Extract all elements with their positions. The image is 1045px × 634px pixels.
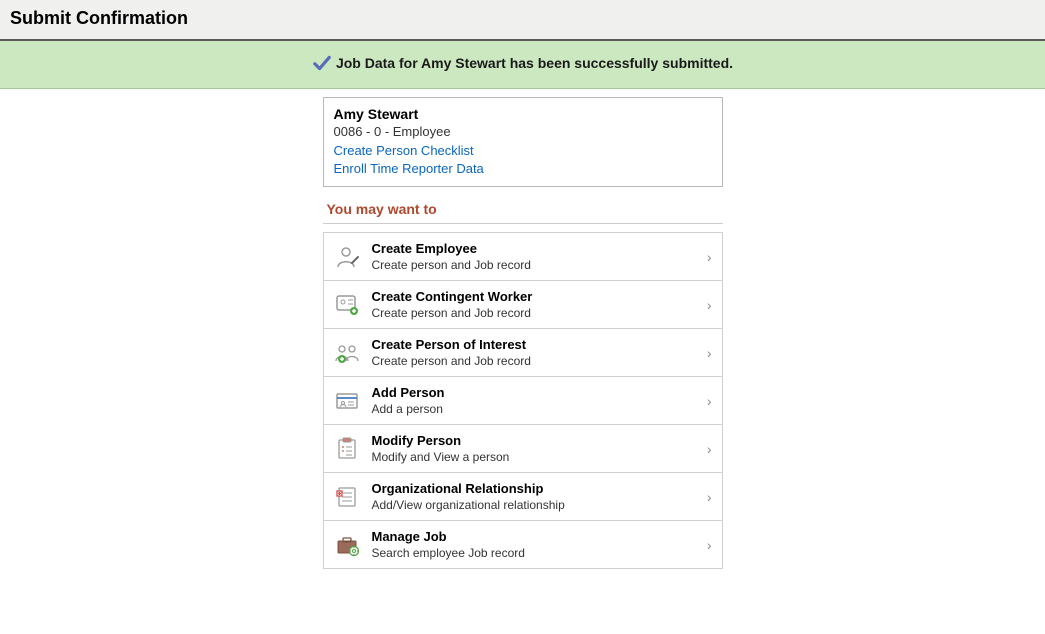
org-relationship-icon — [334, 485, 362, 509]
page-title: Submit Confirmation — [10, 8, 188, 28]
person-subline: 0086 - 0 - Employee — [334, 124, 712, 139]
modify-person-icon — [334, 437, 362, 461]
success-message: Job Data for Amy Stewart has been succes… — [336, 55, 733, 71]
action-desc: Modify and View a person — [372, 450, 701, 464]
action-desc: Add a person — [372, 402, 701, 416]
person-add-icon — [334, 245, 362, 269]
action-desc: Create person and Job record — [372, 258, 701, 272]
action-title: Organizational Relationship — [372, 481, 701, 496]
page-header: Submit Confirmation — [0, 0, 1045, 41]
chevron-right-icon: › — [707, 441, 712, 457]
link-enroll-time-reporter[interactable]: Enroll Time Reporter Data — [334, 161, 712, 176]
chevron-right-icon: › — [707, 537, 712, 553]
link-create-person-checklist[interactable]: Create Person Checklist — [334, 143, 712, 158]
add-person-card-icon — [334, 389, 362, 413]
manage-job-icon — [334, 533, 362, 557]
chevron-right-icon: › — [707, 297, 712, 313]
action-title: Modify Person — [372, 433, 701, 448]
action-title: Manage Job — [372, 529, 701, 544]
action-desc: Search employee Job record — [372, 546, 701, 560]
chevron-right-icon: › — [707, 489, 712, 505]
action-organizational-relationship[interactable]: Organizational Relationship Add/View org… — [324, 472, 722, 520]
action-desc: Add/View organizational relationship — [372, 498, 701, 512]
action-desc: Create person and Job record — [372, 354, 701, 368]
person-card: Amy Stewart 0086 - 0 - Employee Create P… — [323, 97, 723, 187]
contingent-worker-icon — [334, 293, 362, 317]
chevron-right-icon: › — [707, 393, 712, 409]
action-title: Create Employee — [372, 241, 701, 256]
person-name: Amy Stewart — [334, 106, 712, 122]
action-manage-job[interactable]: Manage Job Search employee Job record › — [324, 520, 722, 568]
people-interest-icon — [334, 341, 362, 365]
section-title: You may want to — [323, 201, 723, 224]
action-desc: Create person and Job record — [372, 306, 701, 320]
action-list: Create Employee Create person and Job re… — [323, 232, 723, 569]
action-create-person-of-interest[interactable]: Create Person of Interest Create person … — [324, 328, 722, 376]
chevron-right-icon: › — [707, 249, 712, 265]
action-title: Create Person of Interest — [372, 337, 701, 352]
action-add-person[interactable]: Add Person Add a person › — [324, 376, 722, 424]
action-create-employee[interactable]: Create Employee Create person and Job re… — [324, 232, 722, 280]
action-create-contingent-worker[interactable]: Create Contingent Worker Create person a… — [324, 280, 722, 328]
success-banner: Job Data for Amy Stewart has been succes… — [0, 41, 1045, 89]
action-modify-person[interactable]: Modify Person Modify and View a person › — [324, 424, 722, 472]
action-title: Create Contingent Worker — [372, 289, 701, 304]
action-title: Add Person — [372, 385, 701, 400]
chevron-right-icon: › — [707, 345, 712, 361]
checkmark-icon — [312, 55, 332, 71]
